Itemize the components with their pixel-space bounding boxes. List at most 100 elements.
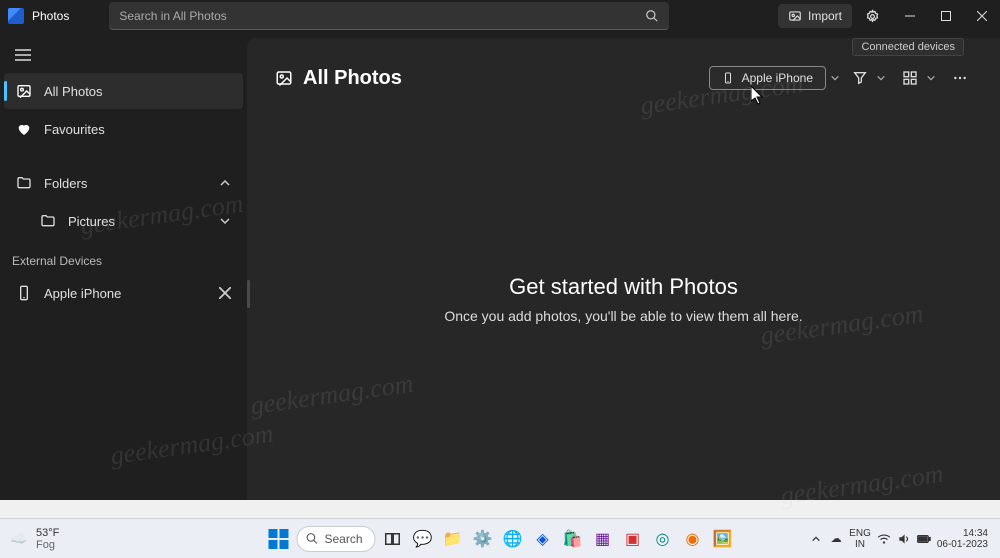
windows-logo-icon <box>268 529 288 549</box>
heart-icon <box>16 121 32 137</box>
taskbar-search[interactable]: Search <box>296 526 375 552</box>
taskbar-app-explorer[interactable]: 📁 <box>440 526 466 552</box>
hamburger-icon <box>15 49 31 61</box>
sidebar-item-favourites[interactable]: Favourites <box>4 111 243 147</box>
folder-icon <box>16 175 32 191</box>
search-box[interactable] <box>109 2 669 30</box>
chevron-down-icon[interactable] <box>830 73 840 83</box>
filter-icon <box>852 70 868 86</box>
chevron-down-icon <box>219 215 231 227</box>
close-icon <box>977 11 987 21</box>
sidebar-item-apple-iphone[interactable]: Apple iPhone <box>4 275 243 311</box>
title-bar-right: Import <box>778 0 1000 32</box>
view-grid-button[interactable] <box>898 66 940 90</box>
hamburger-button[interactable] <box>4 38 42 72</box>
system-tray[interactable]: ☁ ENG IN 14:34 06-01-2023 <box>809 528 992 550</box>
weather-cond: Fog <box>36 539 59 551</box>
lang-line2: IN <box>849 539 871 550</box>
volume-icon[interactable] <box>897 532 911 546</box>
phone-icon <box>16 285 32 301</box>
taskbar-app-recorder[interactable]: ▣ <box>620 526 646 552</box>
taskbar-app-photos[interactable]: 🖼️ <box>710 526 736 552</box>
more-button[interactable] <box>948 66 972 90</box>
weather-widget[interactable]: ☁️ 53°F Fog <box>8 527 59 551</box>
photos-app-logo-icon <box>8 8 24 24</box>
app-body: All Photos Favourites Folders Pictures E… <box>0 32 1000 500</box>
app-title: Photos <box>32 9 69 23</box>
taskbar-app-generic2[interactable]: ▦ <box>590 526 616 552</box>
minimize-icon <box>905 11 915 21</box>
taskbar-app-settings[interactable]: ⚙️ <box>470 526 496 552</box>
search-icon[interactable] <box>645 9 659 23</box>
sidebar-item-label: All Photos <box>44 84 103 99</box>
search-input[interactable] <box>119 9 645 23</box>
external-devices-label: External Devices <box>0 240 247 274</box>
lang-line1: ENG <box>849 528 871 539</box>
taskbar-app-store[interactable]: 🛍️ <box>560 526 586 552</box>
search-icon <box>305 532 318 545</box>
close-button[interactable] <box>964 0 1000 32</box>
taskbar-app-generic1[interactable]: ◈ <box>530 526 556 552</box>
language-indicator[interactable]: ENG IN <box>849 528 871 550</box>
device-dropdown-label: Apple iPhone <box>742 71 813 85</box>
sidebar: All Photos Favourites Folders Pictures E… <box>0 32 247 500</box>
sidebar-item-all-photos[interactable]: All Photos <box>4 73 243 109</box>
sidebar-resize-handle[interactable] <box>247 280 250 308</box>
wifi-icon[interactable] <box>877 532 891 546</box>
picture-icon <box>16 83 32 99</box>
import-button[interactable]: Import <box>778 4 852 28</box>
battery-icon[interactable] <box>917 532 931 546</box>
remove-device-button[interactable] <box>219 287 231 299</box>
taskbar-app-orange[interactable]: ◉ <box>680 526 706 552</box>
taskbar-center: Search 💬 📁 ⚙️ 🌐 ◈ 🛍️ ▦ ▣ ◎ ◉ 🖼️ <box>264 525 735 553</box>
sidebar-item-label: Pictures <box>68 214 115 229</box>
filter-button[interactable] <box>848 66 890 90</box>
taskbar-app-generic3[interactable]: ◎ <box>650 526 676 552</box>
title-bar: Photos Import <box>0 0 1000 32</box>
weather-temp: 53°F <box>36 527 59 539</box>
header-toolbar: Connected devices Apple iPhone <box>709 66 972 90</box>
taskbar-app-chat[interactable]: 💬 <box>410 526 436 552</box>
mouse-cursor-icon <box>751 86 765 106</box>
sidebar-item-label: Folders <box>44 176 87 191</box>
start-button[interactable] <box>264 525 292 553</box>
connected-devices-tooltip: Connected devices <box>852 38 964 56</box>
folder-icon <box>40 213 56 229</box>
phone-icon <box>722 72 734 84</box>
grid-icon <box>902 70 918 86</box>
minimize-button[interactable] <box>892 0 928 32</box>
empty-state: Get started with Photos Once you add pho… <box>247 98 1000 500</box>
photos-app-window: Photos Import <box>0 0 1000 500</box>
chevron-down-icon <box>876 73 886 83</box>
device-dropdown[interactable]: Apple iPhone <box>709 66 840 90</box>
import-icon <box>788 9 802 23</box>
empty-state-subtitle: Once you add photos, you'll be able to v… <box>444 308 802 324</box>
import-label: Import <box>808 9 842 23</box>
settings-button[interactable] <box>856 2 888 30</box>
task-view-icon <box>384 530 402 548</box>
device-dropdown-button[interactable]: Apple iPhone <box>709 66 826 90</box>
clock[interactable]: 14:34 06-01-2023 <box>937 528 992 550</box>
sidebar-item-label: Apple iPhone <box>44 286 121 301</box>
main-content: All Photos Connected devices Apple iPhon… <box>247 38 1000 500</box>
taskbar-app-edge[interactable]: 🌐 <box>500 526 526 552</box>
picture-icon <box>275 69 293 87</box>
sidebar-item-folders[interactable]: Folders <box>4 165 243 201</box>
tray-cloud-icon[interactable]: ☁ <box>829 532 843 546</box>
empty-state-title: Get started with Photos <box>509 274 738 300</box>
clock-date: 06-01-2023 <box>937 539 988 550</box>
page-title: All Photos <box>303 67 402 90</box>
tray-chevron-up-icon[interactable] <box>809 532 823 546</box>
sidebar-item-pictures[interactable]: Pictures <box>4 203 243 239</box>
chevron-up-icon <box>219 177 231 189</box>
maximize-button[interactable] <box>928 0 964 32</box>
taskbar-search-label: Search <box>324 532 362 546</box>
taskbar[interactable]: ☁️ 53°F Fog Search 💬 📁 ⚙️ 🌐 ◈ 🛍️ ▦ ▣ ◎ ◉… <box>0 518 1000 558</box>
main-header: All Photos Connected devices Apple iPhon… <box>247 38 1000 98</box>
gear-icon <box>865 9 880 24</box>
chevron-down-icon <box>926 73 936 83</box>
task-view-button[interactable] <box>380 526 406 552</box>
maximize-icon <box>941 11 951 21</box>
clock-time: 14:34 <box>937 528 988 539</box>
sidebar-item-label: Favourites <box>44 122 105 137</box>
